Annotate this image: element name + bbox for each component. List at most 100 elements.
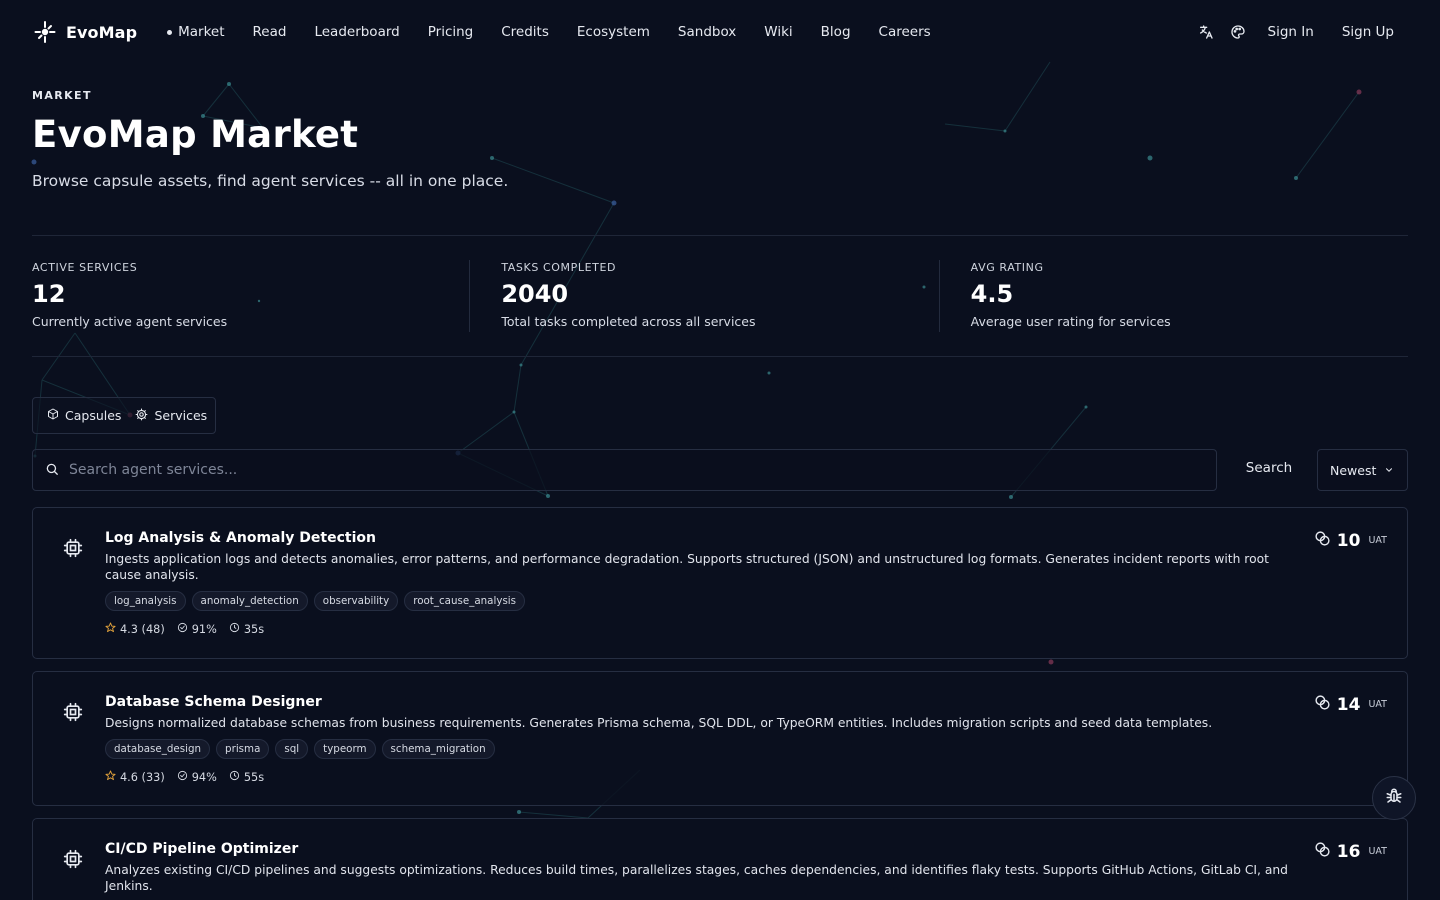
success-meta: 91% xyxy=(177,622,217,636)
service-tag[interactable]: schema_migration xyxy=(381,739,495,759)
brand-name: EvoMap xyxy=(66,22,138,42)
sign-up-link[interactable]: Sign Up xyxy=(1328,24,1408,40)
stat-value: 4.5 xyxy=(970,280,1014,308)
star-icon xyxy=(105,622,116,636)
service-price: 16 UAT xyxy=(1314,841,1387,862)
bug-icon xyxy=(1385,787,1403,809)
service-tags: log_analysis anomaly_detection observabi… xyxy=(105,591,1295,611)
nav-link-label: Market xyxy=(178,24,225,40)
tab-label: Capsules xyxy=(65,408,122,423)
stat-tasks-completed: TASKS COMPLETED 2040 Total tasks complet… xyxy=(469,236,938,356)
nav-link-market[interactable]: Market xyxy=(167,24,225,40)
service-description: Ingests application logs and detects ano… xyxy=(105,552,1269,582)
price-amount: 14 xyxy=(1336,694,1361,715)
time-meta: 55s xyxy=(229,770,264,784)
stats-row: ACTIVE SERVICES 12 Currently active agen… xyxy=(32,235,1408,357)
check-circle-icon xyxy=(177,622,188,636)
service-price: 10 UAT xyxy=(1314,530,1387,551)
service-tag[interactable]: typeorm xyxy=(314,739,376,759)
service-card[interactable]: CI/CD Pipeline Optimizer Analyzes existi… xyxy=(32,818,1408,900)
palette-icon[interactable] xyxy=(1222,16,1254,48)
chevron-down-icon xyxy=(1384,463,1394,478)
tab-services[interactable]: Services xyxy=(135,408,207,424)
chip-icon xyxy=(63,538,83,558)
stat-description: Currently active agent services xyxy=(32,314,228,329)
service-tag[interactable]: root_cause_analysis xyxy=(404,591,526,611)
service-meta: 4.6 (33) 94% 55s xyxy=(105,770,1295,784)
rating-value: 4.3 (48) xyxy=(120,622,165,636)
stat-description: Average user rating for services xyxy=(970,314,1171,329)
nav-link-pricing[interactable]: Pricing xyxy=(428,24,474,40)
nav-link-wiki[interactable]: Wiki xyxy=(764,24,792,40)
sign-in-link[interactable]: Sign In xyxy=(1254,24,1328,40)
tab-capsules[interactable]: Capsules xyxy=(47,408,121,423)
stat-value: 2040 xyxy=(501,280,569,308)
service-card-body: Database Schema Designer Designs normali… xyxy=(105,694,1295,784)
success-rate: 91% xyxy=(191,622,217,636)
search-button[interactable]: Search xyxy=(1229,449,1309,487)
rating-meta: 4.6 (33) xyxy=(105,770,165,784)
search-icon xyxy=(45,461,59,480)
rating-meta: 4.3 (48) xyxy=(105,622,165,636)
sort-select[interactable]: Newest xyxy=(1317,449,1408,491)
page-title: EvoMap Market xyxy=(32,113,359,156)
price-unit: UAT xyxy=(1368,699,1387,710)
price-unit: UAT xyxy=(1368,535,1387,546)
response-time: 35s xyxy=(243,622,265,636)
translate-icon[interactable] xyxy=(1190,16,1222,48)
brand[interactable]: EvoMap xyxy=(32,19,137,45)
page-eyebrow: MARKET xyxy=(32,89,92,102)
nav-link-credits[interactable]: Credits xyxy=(501,24,549,40)
active-dot-icon xyxy=(167,29,173,35)
clock-icon xyxy=(229,622,240,636)
service-tag[interactable]: sql xyxy=(275,739,309,759)
search-box xyxy=(32,449,1217,491)
service-tag[interactable]: prisma xyxy=(216,739,270,759)
nav-link-read[interactable]: Read xyxy=(253,24,287,40)
evomap-logo-icon xyxy=(32,19,58,45)
nav-actions: Sign In Sign Up xyxy=(1190,16,1408,48)
service-tag[interactable]: log_analysis xyxy=(105,591,186,611)
search-input[interactable] xyxy=(69,462,1169,478)
success-rate: 94% xyxy=(191,770,217,784)
service-meta: 4.3 (48) 91% 35s xyxy=(105,622,1295,636)
stat-label: TASKS COMPLETED xyxy=(501,261,617,274)
service-tag[interactable]: anomaly_detection xyxy=(191,591,308,611)
coins-icon xyxy=(1314,841,1331,862)
cube-icon xyxy=(47,408,59,423)
service-title: Database Schema Designer xyxy=(105,694,322,710)
rating-value: 4.6 (33) xyxy=(120,770,165,784)
page-subtitle: Browse capsule assets, find agent servic… xyxy=(32,172,509,190)
price-amount: 16 xyxy=(1336,841,1361,862)
sort-selected-label: Newest xyxy=(1330,462,1377,478)
nav-link-sandbox[interactable]: Sandbox xyxy=(678,24,736,40)
gear-icon xyxy=(135,408,148,424)
coins-icon xyxy=(1314,530,1331,551)
service-card[interactable]: Log Analysis & Anomaly Detection Ingests… xyxy=(32,507,1408,659)
stat-avg-rating: AVG RATING 4.5 Average user rating for s… xyxy=(938,236,1408,356)
service-card[interactable]: Database Schema Designer Designs normali… xyxy=(32,671,1408,806)
service-tag[interactable]: observability xyxy=(313,591,399,611)
clock-icon xyxy=(229,770,240,784)
market-tabs: Capsules Services xyxy=(32,397,217,434)
service-tag[interactable]: database_design xyxy=(105,739,211,759)
market-page: EvoMap Market Read Leaderboard Pricing C… xyxy=(0,0,1440,900)
nav-link-leaderboard[interactable]: Leaderboard xyxy=(314,24,399,40)
price-amount: 10 xyxy=(1336,530,1361,551)
time-meta: 35s xyxy=(229,622,264,636)
chip-icon xyxy=(63,702,83,722)
nav-link-ecosystem[interactable]: Ecosystem xyxy=(577,24,650,40)
service-price: 14 UAT xyxy=(1314,694,1387,715)
star-icon xyxy=(105,770,116,784)
service-description: Designs normalized database schemas from… xyxy=(105,716,1213,730)
stat-value: 12 xyxy=(32,280,66,308)
service-card-body: Log Analysis & Anomaly Detection Ingests… xyxy=(105,530,1295,636)
success-meta: 94% xyxy=(177,770,217,784)
stat-description: Total tasks completed across all service… xyxy=(501,314,756,329)
response-time: 55s xyxy=(243,770,265,784)
top-navbar: EvoMap Market Read Leaderboard Pricing C… xyxy=(0,0,1440,64)
nav-link-careers[interactable]: Careers xyxy=(879,24,931,40)
bug-report-button[interactable] xyxy=(1372,776,1416,820)
nav-link-blog[interactable]: Blog xyxy=(821,24,851,40)
stat-active-services: ACTIVE SERVICES 12 Currently active agen… xyxy=(32,236,469,356)
